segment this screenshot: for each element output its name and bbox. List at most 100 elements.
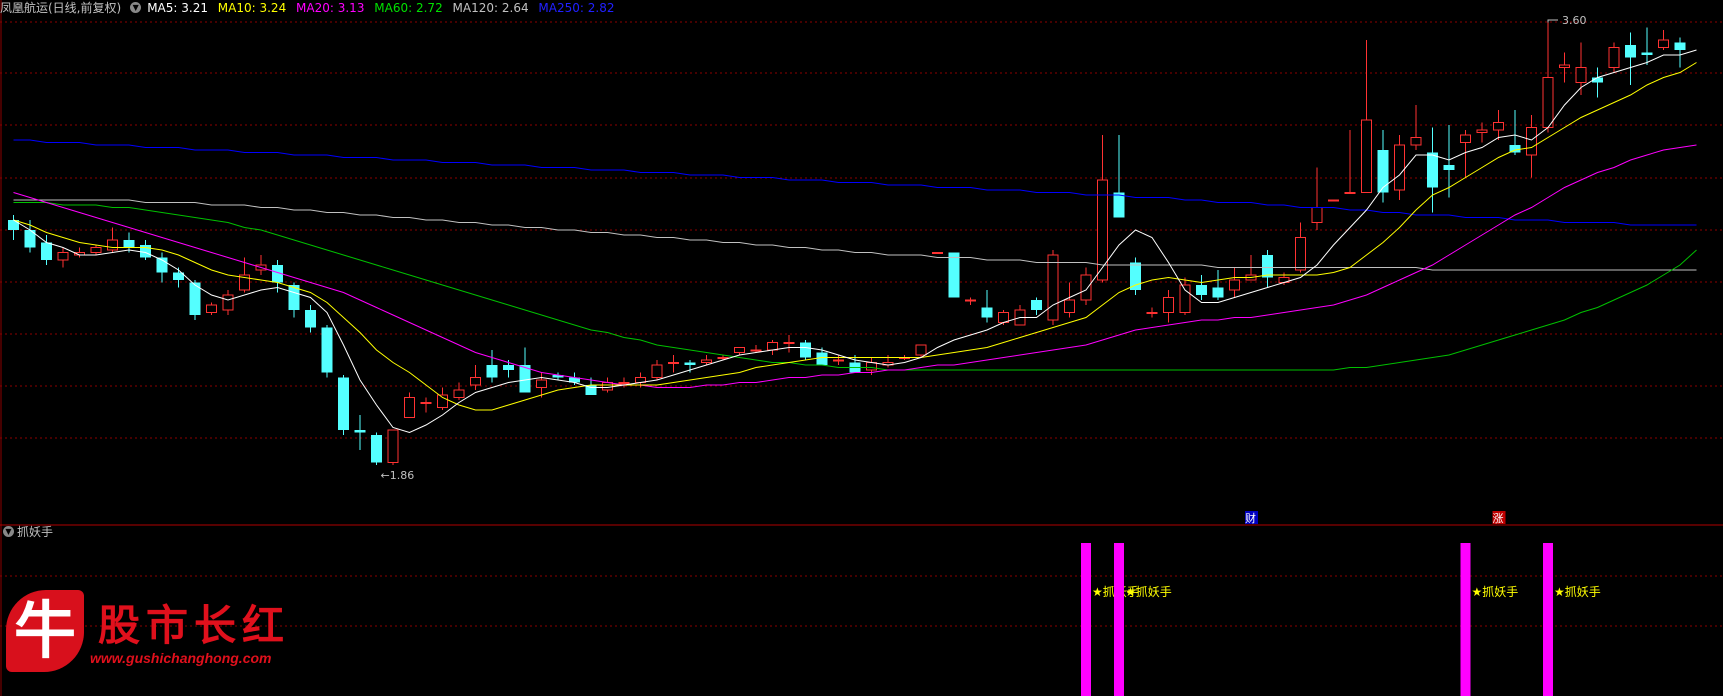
ma250-line [13, 139, 1697, 226]
candle [1229, 279, 1240, 291]
watermark-title: 股市长红 [98, 601, 291, 650]
candle [420, 402, 432, 404]
dropdown-icon[interactable]: ▼ [130, 2, 142, 13]
candle [1575, 67, 1587, 83]
candle [57, 252, 69, 261]
candle [684, 362, 696, 365]
candle [453, 389, 465, 398]
candle [932, 252, 943, 254]
ma60-line [13, 202, 1697, 371]
ma60-label: MA60: 2.72 [374, 1, 443, 15]
candle [1047, 254, 1059, 321]
candle [701, 359, 712, 363]
candle [206, 304, 217, 313]
candle [1196, 285, 1207, 295]
ma250-label: MA250: 2.82 [538, 1, 615, 15]
candle [123, 240, 135, 248]
stock-name: 凤凰航运(日线,前复权) [0, 1, 122, 15]
candle [1080, 274, 1092, 301]
candle [1328, 199, 1339, 202]
ma120-label: MA120: 2.64 [452, 1, 529, 15]
signal-bar [1460, 543, 1471, 696]
candle [222, 294, 234, 311]
candle [1641, 52, 1653, 55]
candle [783, 342, 795, 344]
candle [965, 299, 976, 302]
candle [486, 365, 498, 378]
candle [1542, 77, 1554, 128]
candle [1410, 137, 1422, 146]
candle [1295, 237, 1306, 271]
candle [387, 429, 399, 463]
candle [767, 342, 778, 351]
candle [750, 349, 762, 352]
signal-bar [1114, 543, 1124, 696]
ma5-line [13, 49, 1697, 434]
candle [1460, 134, 1471, 143]
indicator-name: 抓妖手 [17, 525, 54, 539]
candle [717, 357, 729, 359]
candle [140, 245, 151, 258]
candle [1625, 45, 1636, 58]
candle [800, 342, 811, 358]
candle [1262, 255, 1273, 278]
candle [1361, 119, 1372, 193]
candle [1674, 42, 1686, 50]
candle [41, 242, 52, 260]
ma5-label: MA5: 3.21 [147, 1, 208, 15]
candle [470, 377, 481, 386]
candle [371, 435, 382, 463]
signal-bar [1543, 543, 1553, 696]
candle [107, 239, 118, 251]
signal-label: ★抓妖手 [1472, 585, 1519, 599]
candle [1476, 129, 1488, 133]
candle [1559, 64, 1570, 68]
candle [668, 362, 679, 364]
indicator-header: ▼ 抓妖手 [0, 524, 53, 540]
candle [90, 247, 102, 253]
marker-cai: 财 [1245, 511, 1256, 525]
candle [1427, 152, 1438, 188]
chart-header: 凤凰航运(日线,前复权) ▼ MA5: 3.21 MA10: 3.24 MA20: … [0, 0, 620, 16]
candle [1526, 127, 1537, 156]
candle [1658, 39, 1669, 48]
candle [321, 327, 333, 373]
candle [734, 347, 745, 353]
candle [602, 382, 613, 391]
candle [915, 344, 927, 356]
candle [1608, 47, 1620, 68]
bull-badge-icon: 牛 [6, 590, 84, 672]
signal-label: ★抓妖手 [1554, 585, 1601, 599]
candle [1493, 122, 1504, 131]
ma120-line [13, 199, 1697, 271]
ma10-line [13, 62, 1697, 411]
signal-label: ★抓妖手 [1125, 585, 1172, 599]
candle [1443, 165, 1455, 170]
candle [354, 430, 366, 433]
candle [1031, 300, 1042, 310]
ma10-label: MA10: 3.24 [217, 1, 287, 15]
low-price-label: ←1.86 [381, 469, 415, 482]
candle [816, 352, 828, 365]
candle [981, 307, 993, 318]
candle [651, 364, 663, 378]
candle [618, 382, 630, 384]
candle [1163, 297, 1174, 313]
candle [1130, 262, 1141, 290]
dropdown-icon[interactable]: ▼ [3, 526, 14, 537]
signal-bar [1081, 543, 1091, 696]
high-price-label: 3.60 [1562, 14, 1587, 27]
watermark-url: www.gushichanghong.com [90, 650, 272, 666]
candle [1344, 192, 1356, 194]
candle [404, 397, 415, 418]
candle [1113, 192, 1125, 218]
candle [948, 252, 960, 298]
ma20-label: MA20: 3.13 [296, 1, 365, 15]
candle [338, 377, 349, 430]
candle [866, 362, 877, 371]
candle [1394, 144, 1405, 191]
watermark-logo: 牛 股市长红 www.gushichanghong.com [6, 588, 306, 678]
candle [305, 310, 316, 328]
marker-zhang: 涨 [1493, 512, 1504, 525]
candle [1146, 312, 1158, 314]
